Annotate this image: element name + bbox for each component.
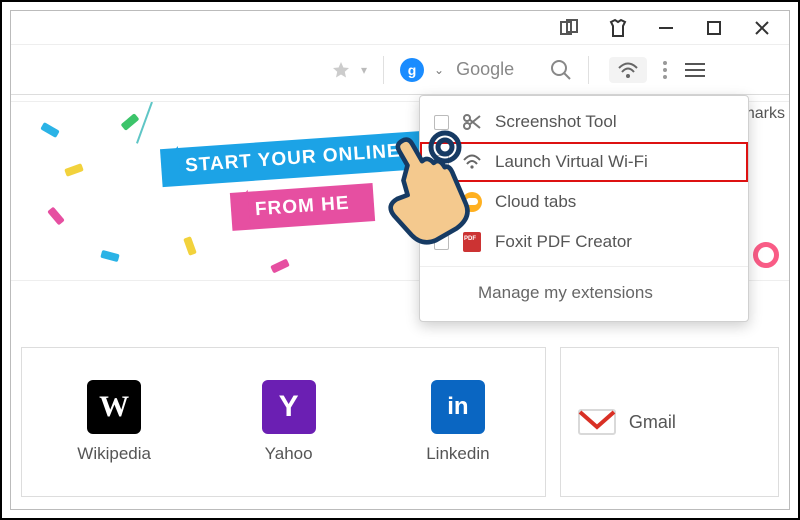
wifi-toolbar-button[interactable] [609,57,647,83]
divider [588,56,589,84]
search-box-text[interactable]: Google [456,59,514,80]
divider [383,56,384,84]
confetti [183,236,197,256]
search-engine-badge[interactable]: g [400,58,424,82]
extension-label: Cloud tabs [495,192,576,212]
confetti [121,113,140,131]
confetti [64,163,84,177]
close-button[interactable] [747,13,777,43]
shortcut-wikipedia[interactable]: W Wikipedia [77,380,151,464]
checkbox[interactable] [434,115,449,130]
tshirt-icon[interactable] [603,13,633,43]
confetti [40,122,60,138]
extension-label: Launch Virtual Wi-Fi [495,152,648,172]
wikipedia-icon: W [87,380,141,434]
shortcuts-strip: W Wikipedia Y Yahoo in Linkedin Gmail [21,347,779,497]
hamburger-menu-icon[interactable] [685,63,705,77]
ribbon-string [136,102,153,144]
manage-extensions-link[interactable]: Manage my extensions [420,271,748,315]
shortcut-linkedin[interactable]: in Linkedin [426,380,489,464]
gmail-icon [577,407,617,437]
confetti [47,207,65,226]
extension-label: Screenshot Tool [495,112,617,132]
toolbar: ▾ g ⌄ Google [11,45,789,95]
separator [420,266,748,267]
linkedin-icon: in [431,380,485,434]
banner-text-2: FROM HE [254,193,350,221]
search-engine-glyph: g [408,62,417,78]
screenshot-frame: ▾ g ⌄ Google marks START YOUR ONLINE FRO… [0,0,800,520]
speed-dial-panel: W Wikipedia Y Yahoo in Linkedin [21,347,546,497]
shortcut-label: Linkedin [426,444,489,464]
gmail-label: Gmail [629,412,676,433]
decorative-circle [753,242,779,268]
overlapping-windows-icon[interactable] [555,13,585,43]
pointing-hand-icon [363,129,473,254]
confetti [270,259,290,274]
search-icon[interactable] [550,59,572,81]
search-engine-dropdown-icon[interactable]: ⌄ [434,63,444,77]
confetti [100,250,119,262]
yahoo-icon: Y [262,380,316,434]
titlebar [11,11,789,45]
bookmark-dropdown-icon[interactable]: ▾ [361,63,367,77]
extension-label: Foxit PDF Creator [495,232,632,252]
browser-window: ▾ g ⌄ Google marks START YOUR ONLINE FRO… [10,10,790,510]
banner-ribbon-2: FROM HE [230,183,375,231]
minimize-button[interactable] [651,13,681,43]
gmail-panel[interactable]: Gmail [560,347,779,497]
maximize-button[interactable] [699,13,729,43]
shortcut-label: Yahoo [265,444,313,464]
shortcut-label: Wikipedia [77,444,151,464]
bookmark-star-icon[interactable] [331,60,351,80]
kebab-menu-icon[interactable] [663,61,667,79]
shortcut-yahoo[interactable]: Y Yahoo [262,380,316,464]
